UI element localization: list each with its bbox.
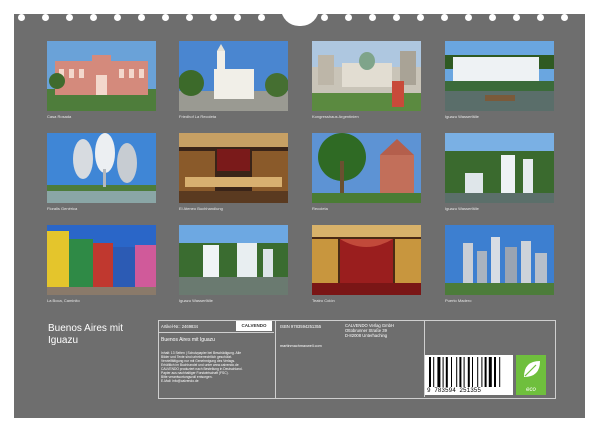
- iguazu-falls-3-image: [179, 225, 288, 295]
- photo-caption: Floralis Genérica: [47, 206, 78, 211]
- binding-ring: [369, 14, 376, 21]
- photo-caption: Recoleta: [312, 206, 328, 211]
- info-panel-right: [275, 320, 556, 399]
- binding-ring: [258, 14, 265, 21]
- photo-iguazu-falls-3: [179, 225, 288, 295]
- teatro-colon-image: [312, 225, 421, 295]
- photo-caption: Iguazu Wasserfälle: [445, 114, 479, 119]
- publisher-line: D-82008 Unterhaching: [345, 333, 388, 338]
- binding-ring: [138, 14, 145, 21]
- publisher-address: CALVENDO Verlag GmbH Ottobrunner Straße …: [345, 323, 394, 338]
- binding-ring: [210, 14, 217, 21]
- photo-caption: La Boca, Caminito: [47, 298, 80, 303]
- binding-ring: [114, 14, 121, 21]
- binding-ring: [441, 14, 448, 21]
- barcode-digits: 9 783594 251355: [427, 387, 482, 394]
- photo-caption: Puerto Madero: [445, 298, 472, 303]
- binding-ring: [321, 14, 328, 21]
- photo-casa-rosada: [47, 41, 156, 111]
- product-subtitle: Buenos Aires mit Iguazu: [161, 337, 215, 343]
- iguazu-falls-image: [445, 41, 554, 111]
- eco-badge: eco: [516, 355, 546, 395]
- calvendo-logo: CALVENDO: [236, 321, 272, 331]
- photo-iguazu-falls-2: [445, 133, 554, 203]
- binding-ring: [393, 14, 400, 21]
- fine-print-line: E-Mail: info@calvendo.de: [161, 379, 199, 383]
- divider: [158, 332, 274, 333]
- binding-ring: [513, 14, 520, 21]
- binding-ring: [345, 14, 352, 21]
- binding-ring: [417, 14, 424, 21]
- congress-image: [312, 41, 421, 111]
- photo-palms: [312, 133, 421, 203]
- binding-ring: [465, 14, 472, 21]
- binding-ring: [234, 14, 241, 21]
- binding-ring: [162, 14, 169, 21]
- palms-image: [312, 133, 421, 203]
- casa-rosada-image: [47, 41, 156, 111]
- photo-floralis: [47, 133, 156, 203]
- barcode-bars: [429, 357, 501, 387]
- puerto-madero-image: [445, 225, 554, 295]
- photo-caption: Teatro Colón: [312, 298, 335, 303]
- iguazu-falls-2-image: [445, 133, 554, 203]
- calendar-title: Buenos Aires mit Iguazu: [48, 323, 124, 346]
- photo-caption: Iguazu Wasserfälle: [179, 298, 213, 303]
- photo-caption: Friedhof La Recoleta: [179, 114, 217, 119]
- binding-ring: [90, 14, 97, 21]
- la-boca-image: [47, 225, 156, 295]
- author-email: martinmachmaxwell.com: [280, 344, 322, 348]
- floralis-image: [47, 133, 156, 203]
- photo-ateneo: [179, 133, 288, 203]
- binding-ring: [537, 14, 544, 21]
- ateneo-image: [179, 133, 288, 203]
- binding-ring: [489, 14, 496, 21]
- photo-caption: Iguazu Wasserfälle: [445, 206, 479, 211]
- barcode: 9 783594 251355: [425, 355, 513, 395]
- binding-ring: [66, 14, 73, 21]
- eco-label: eco: [526, 387, 536, 393]
- binding-ring: [186, 14, 193, 21]
- photo-caption: Kongresshaus Argentinien: [312, 114, 359, 119]
- photo-congress: [312, 41, 421, 111]
- binding-ring: [18, 14, 25, 21]
- recoleta-church-image: [179, 41, 288, 111]
- photo-puerto-madero: [445, 225, 554, 295]
- isbn: ISBN 9783594251355: [280, 324, 322, 329]
- photo-teatro-colon: [312, 225, 421, 295]
- fine-print: Inhalt: 13 Seiten | Schutzpapier bei Bes…: [161, 351, 243, 383]
- photo-iguazu-falls: [445, 41, 554, 111]
- binding-ring: [561, 14, 568, 21]
- leaf-icon: [524, 361, 540, 377]
- photo-la-boca: [47, 225, 156, 295]
- photo-caption: El Ateneo Buchhandlung: [179, 206, 223, 211]
- binding-ring: [42, 14, 49, 21]
- photo-caption: Casa Rosada: [47, 114, 72, 119]
- photo-recoleta-church: [179, 41, 288, 111]
- calvendo-logo-text: CALVENDO: [241, 323, 267, 328]
- article-number: Artikel-Nr.: 2469834: [161, 324, 199, 329]
